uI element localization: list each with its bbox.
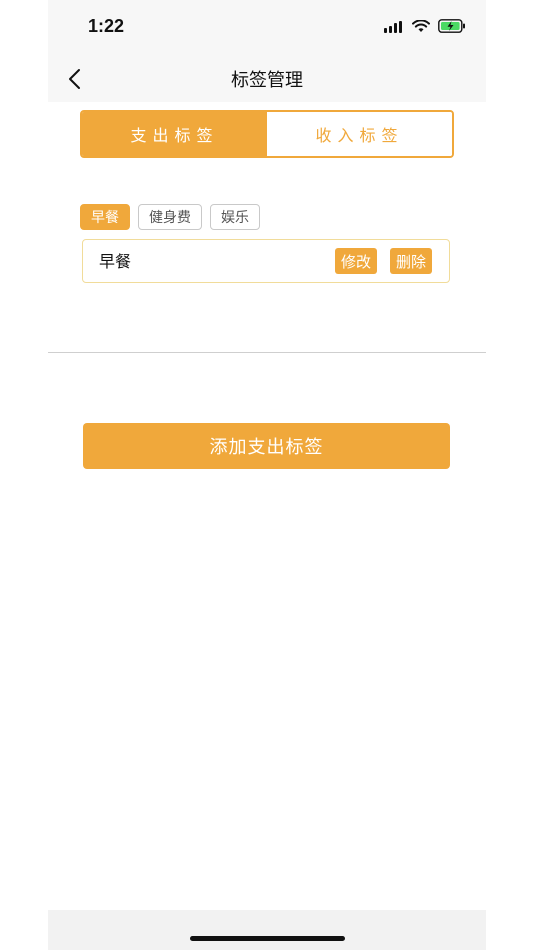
status-icons (384, 18, 466, 37)
add-expense-tag-button[interactable]: 添加支出标签 (83, 423, 450, 469)
tab-income-tags[interactable]: 收入标签 (267, 112, 452, 156)
tag-name-input[interactable] (99, 250, 319, 269)
status-bar: 1:22 (48, 0, 486, 56)
tag-list: 早餐 健身费 娱乐 (80, 204, 260, 230)
bottom-safe-area (48, 910, 486, 950)
tag-chip-breakfast[interactable]: 早餐 (80, 204, 130, 230)
tag-chip-fitness[interactable]: 健身费 (138, 204, 202, 230)
page-title: 标签管理 (231, 70, 303, 91)
status-time: 1:22 (88, 16, 125, 36)
wifi-icon (412, 18, 430, 37)
app-screen: 1:22 标签管理 支出标签 收入标签 早餐 健身费 娱乐 早餐 修改 删除 添… (48, 0, 486, 950)
tag-chip-entertainment[interactable]: 娱乐 (210, 204, 260, 230)
home-indicator[interactable] (190, 936, 345, 941)
modify-button[interactable]: 修改 (335, 248, 378, 274)
battery-charging-icon (438, 18, 466, 37)
tag-type-segmented-control: 支出标签 收入标签 (80, 110, 454, 158)
navigation-bar: 标签管理 (48, 56, 486, 102)
delete-button[interactable]: 删除 (390, 248, 433, 274)
tab-expense-tags[interactable]: 支出标签 (82, 112, 267, 156)
cellular-signal-icon (384, 18, 404, 37)
divider (48, 352, 486, 353)
tag-edit-row: 修改 删除 (82, 239, 450, 283)
